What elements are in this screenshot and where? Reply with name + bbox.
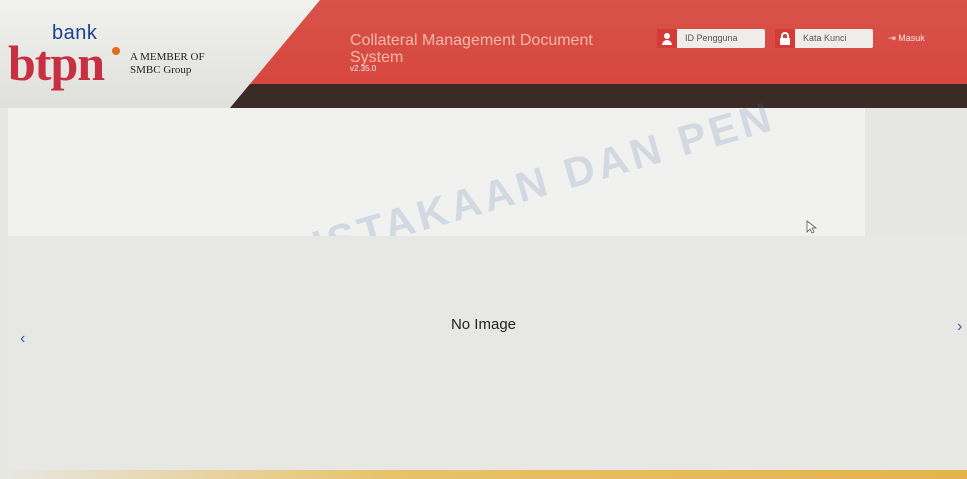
app-header: bank btpn A MEMBER OF SMBC Group Collate… <box>0 0 967 108</box>
app-version: v2.35.0 <box>350 64 377 73</box>
footer-bar <box>0 470 967 479</box>
login-button[interactable]: ⇥ Masuk <box>883 29 930 48</box>
user-id-field[interactable]: ID Pengguna <box>657 29 765 48</box>
user-icon <box>657 29 677 48</box>
banner-area: PERPUSTAKAAN DAN PEN <box>8 92 865 311</box>
login-button-label: Masuk <box>898 33 925 43</box>
logo-dot <box>112 47 120 55</box>
user-id-placeholder: ID Pengguna <box>685 33 738 43</box>
logo-member-line1: A MEMBER OF <box>130 51 205 63</box>
logo-btpn-text: btpn <box>8 35 105 91</box>
app-title: Collateral Management Document System <box>350 32 593 66</box>
app-title-line1: Collateral Management Document <box>350 32 593 49</box>
password-field[interactable]: Kata Kunci <box>775 29 873 48</box>
carousel-area <box>8 236 967 471</box>
chevron-right-icon[interactable]: › <box>957 318 962 336</box>
mouse-cursor-icon <box>806 220 818 234</box>
logo-member-text: A MEMBER OF SMBC Group <box>130 51 205 77</box>
header-dark-strip <box>230 84 967 108</box>
chevron-left-icon[interactable]: ‹ <box>20 330 25 348</box>
lock-icon <box>775 29 795 48</box>
login-icon: ⇥ <box>888 33 896 43</box>
password-placeholder: Kata Kunci <box>803 33 847 43</box>
logo-member-line2: SMBC Group <box>130 64 192 76</box>
app-title-line2: System <box>350 49 404 66</box>
carousel-no-image-text: No Image <box>450 316 517 333</box>
